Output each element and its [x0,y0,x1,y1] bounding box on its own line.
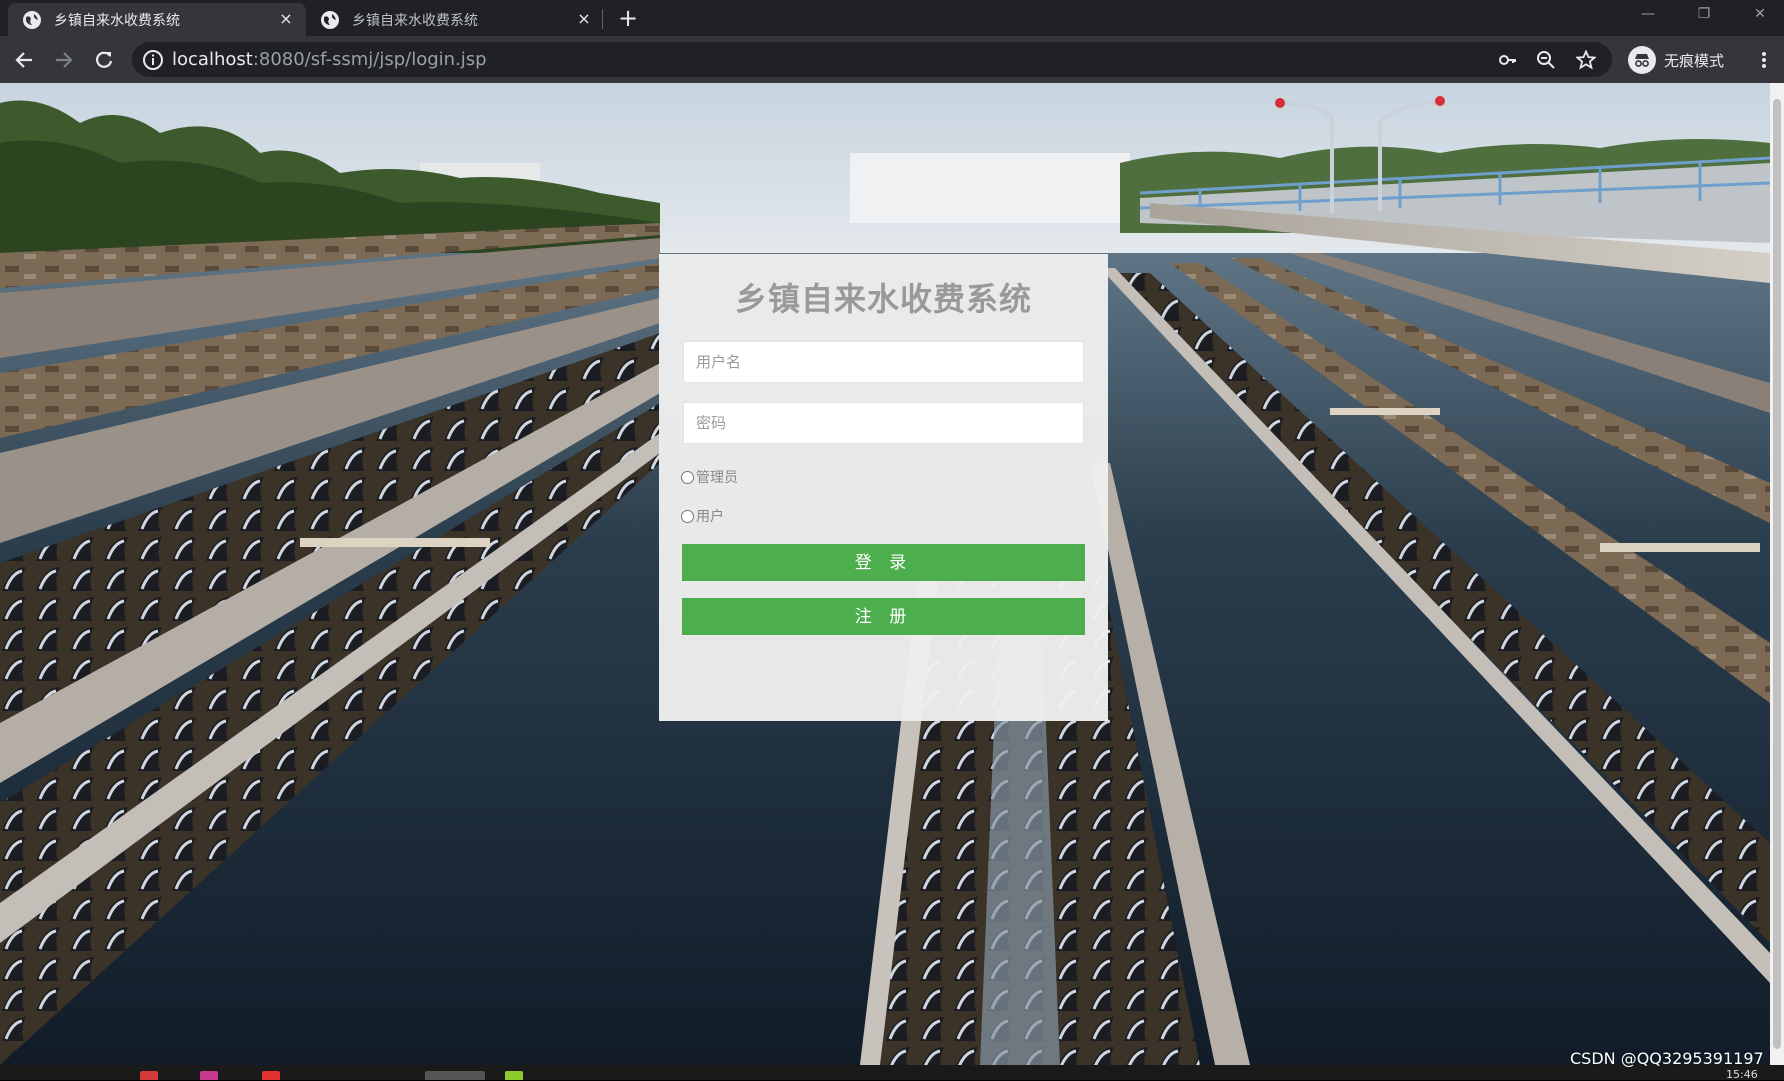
user-radio[interactable] [681,509,694,523]
close-tab-icon[interactable]: × [574,9,594,29]
zoom-icon[interactable] [1534,48,1558,72]
admin-radio[interactable] [681,470,694,484]
url-host: localhost [172,49,253,70]
page-viewport: 乡镇自来水收费系统 管理员 用户 登 录 注 册 [0,83,1770,1065]
login-button[interactable]: 登 录 [682,544,1085,581]
key-icon[interactable] [1496,48,1520,72]
globe-icon [321,10,339,29]
login-panel: 乡镇自来水收费系统 管理员 用户 登 录 注 册 [659,254,1108,721]
reload-icon[interactable] [88,44,120,76]
page-scrollbar[interactable] [1770,83,1784,1065]
incognito-indicator[interactable]: 无痕模式 [1628,44,1724,76]
taskbar-app-icon[interactable] [200,1071,218,1080]
tab-active[interactable]: 乡镇自来水收费系统 × [8,3,306,36]
url-text[interactable]: localhost:8080/sf-ssmj/jsp/login.jsp [172,42,487,77]
tab-title: 乡镇自来水收费系统 [352,12,478,29]
minimize-icon[interactable]: — [1628,2,1668,26]
restore-icon[interactable]: ❐ [1684,2,1724,26]
taskbar-app-icon[interactable] [505,1071,523,1080]
tab-divider [602,9,603,29]
menu-icon[interactable] [1752,44,1776,76]
watermark-text: CSDN @QQ3295391197 [1570,1049,1764,1068]
taskbar-app-icon[interactable] [425,1071,485,1080]
back-icon[interactable] [8,44,40,76]
info-icon[interactable] [142,49,164,71]
address-bar[interactable]: localhost:8080/sf-ssmj/jsp/login.jsp [132,42,1612,77]
tab-inactive[interactable]: 乡镇自来水收费系统 × [306,3,604,36]
tab-title: 乡镇自来水收费系统 [54,12,180,29]
login-title: 乡镇自来水收费系统 [734,280,1032,318]
url-path: :8080/sf-ssmj/jsp/login.jsp [252,49,487,70]
incognito-icon [1628,46,1656,74]
globe-icon [23,10,41,29]
username-input[interactable] [683,341,1084,383]
register-button[interactable]: 注 册 [682,598,1085,635]
new-tab-button[interactable]: + [614,4,642,32]
browser-toolbar: localhost:8080/sf-ssmj/jsp/login.jsp 无痕模… [0,36,1784,83]
close-window-icon[interactable]: ✕ [1740,2,1780,26]
taskbar-clock: 15:46 [1726,1068,1758,1081]
os-taskbar [0,1065,1784,1080]
taskbar-app-icon[interactable] [262,1071,280,1080]
close-tab-icon[interactable]: × [276,9,296,29]
password-input[interactable] [683,402,1084,444]
incognito-label: 无痕模式 [1664,51,1725,70]
scrollbar-thumb[interactable] [1773,99,1781,1049]
tab-strip: 乡镇自来水收费系统 × 乡镇自来水收费系统 × + — ❐ ✕ [0,0,1784,36]
forward-icon[interactable] [48,44,80,76]
taskbar-app-icon[interactable] [140,1071,158,1080]
role-admin-option[interactable]: 管理员 [681,467,738,487]
user-radio-label: 用户 [696,509,724,525]
star-icon[interactable] [1574,48,1598,72]
admin-radio-label: 管理员 [696,470,738,486]
role-user-option[interactable]: 用户 [681,506,724,526]
